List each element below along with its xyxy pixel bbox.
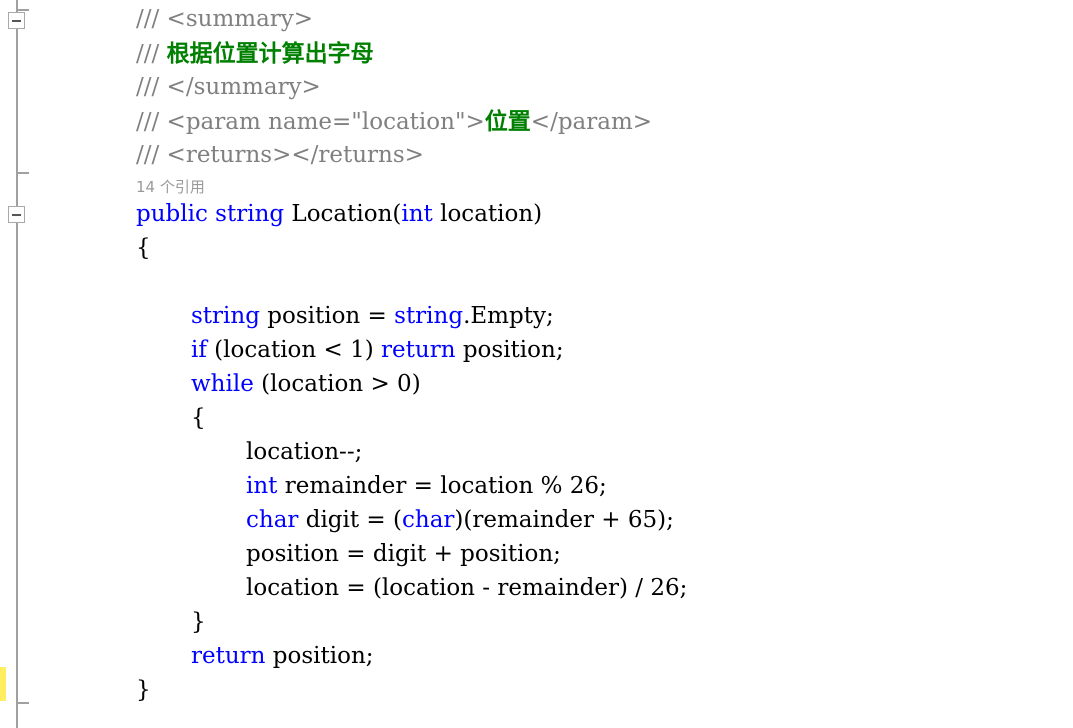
code-token-plain: .Empty; xyxy=(463,303,554,329)
code-token-plain: position; xyxy=(455,337,564,363)
code-token-kw: string xyxy=(394,303,464,329)
code-token-doc: /// <param name="location"> xyxy=(136,109,485,135)
code-token-plain: )(remainder + 65); xyxy=(454,507,674,533)
code-token-kw: int xyxy=(246,473,278,499)
code-line[interactable]: position = digit + position; xyxy=(246,543,561,566)
code-token-plain: position = digit + position; xyxy=(246,541,561,567)
outlining-tick xyxy=(18,9,29,11)
code-token-doc: /// <returns></returns> xyxy=(136,142,424,168)
outlining-guide-line xyxy=(16,0,18,728)
code-line[interactable]: int remainder = location % 26; xyxy=(246,475,607,498)
code-token-plain: (location > 0) xyxy=(253,371,421,397)
code-line[interactable]: string position = string.Empty; xyxy=(191,305,554,328)
code-token-doctext: 根据位置计算出字母 xyxy=(166,40,374,67)
code-line[interactable]: /// <summary> xyxy=(136,8,313,31)
code-line[interactable]: { xyxy=(191,407,206,430)
code-line[interactable]: /// </summary> xyxy=(136,76,321,99)
code-line[interactable]: char digit = (char)(remainder + 65); xyxy=(246,509,674,532)
code-token-plain: { xyxy=(136,235,151,261)
code-token-plain: position = xyxy=(259,303,395,329)
code-token-plain: location = (location - remainder) / 26; xyxy=(246,575,688,601)
code-token-doc: /// </summary> xyxy=(136,74,321,100)
code-token-plain: { xyxy=(191,405,206,431)
code-token-plain: } xyxy=(136,677,151,703)
code-line[interactable]: return position; xyxy=(191,645,374,668)
code-token-plain: } xyxy=(191,609,206,635)
code-token-plain: location--; xyxy=(246,439,363,465)
code-line[interactable]: while (location > 0) xyxy=(191,373,421,396)
code-token-doc: </param> xyxy=(530,109,653,135)
code-token-kw: string xyxy=(215,201,285,227)
outlining-collapse-toggle-1[interactable] xyxy=(8,206,25,223)
code-line[interactable]: location = (location - remainder) / 26; xyxy=(246,577,687,600)
outlining-tick xyxy=(18,172,29,174)
code-editor-surface[interactable]: /// <summary> /// 根据位置计算出字母 /// </summary>… xyxy=(0,0,1073,728)
code-token-plain: Location( xyxy=(284,201,402,227)
code-line[interactable]: } xyxy=(136,679,151,702)
outlining-tick xyxy=(18,702,29,704)
code-token-kw: char xyxy=(402,507,455,533)
code-token-kw: if xyxy=(191,337,207,363)
code-token-plain: position; xyxy=(265,643,374,669)
codelens-references[interactable]: 14 个引用 xyxy=(136,180,205,195)
code-line[interactable]: /// <param name="location">位置</param> xyxy=(136,110,652,134)
code-line[interactable]: /// <returns></returns> xyxy=(136,144,424,167)
code-token-kw: while xyxy=(191,371,254,397)
code-token-kw: public xyxy=(136,201,208,227)
code-line[interactable]: } xyxy=(191,611,206,634)
code-token-plain: digit = ( xyxy=(298,507,402,533)
code-line[interactable]: { xyxy=(136,237,151,260)
code-token-kw: int xyxy=(401,201,433,227)
code-line[interactable]: if (location < 1) return position; xyxy=(191,339,564,362)
code-token-kw: char xyxy=(246,507,299,533)
code-line[interactable]: location--; xyxy=(246,441,362,464)
code-token-plain: location) xyxy=(432,201,543,227)
code-token-plain: remainder = location % 26; xyxy=(277,473,607,499)
unsaved-change-bar xyxy=(0,667,6,701)
code-token-kw: return xyxy=(191,643,266,669)
code-token-plain: (location < 1) xyxy=(206,337,382,363)
code-token-kw: string xyxy=(191,303,260,329)
outlining-collapse-toggle-0[interactable] xyxy=(8,12,25,29)
code-token-kw: return xyxy=(381,337,456,363)
code-token-doc: /// xyxy=(136,41,167,67)
code-line[interactable]: public string Location(int location) xyxy=(136,203,542,226)
code-token-doctext: 位置 xyxy=(484,108,531,135)
code-line[interactable]: /// 根据位置计算出字母 xyxy=(136,42,374,66)
code-token-doc: /// <summary> xyxy=(136,6,314,32)
